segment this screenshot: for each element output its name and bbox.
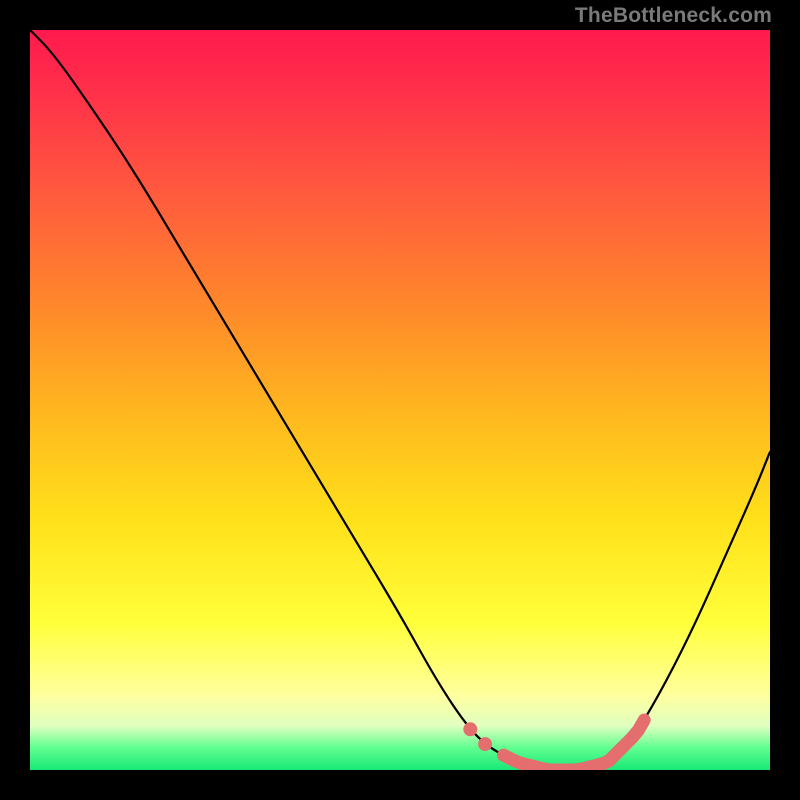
plot-area [30, 30, 770, 770]
highlight-dot-icon [478, 737, 492, 751]
attribution-link[interactable]: TheBottleneck.com [575, 4, 772, 28]
curve-layer [30, 30, 770, 770]
highlight-dot-icon [463, 722, 477, 736]
chart-frame: TheBottleneck.com [0, 0, 800, 800]
optimal-range-highlight [504, 720, 645, 770]
bottleneck-curve [30, 30, 770, 770]
